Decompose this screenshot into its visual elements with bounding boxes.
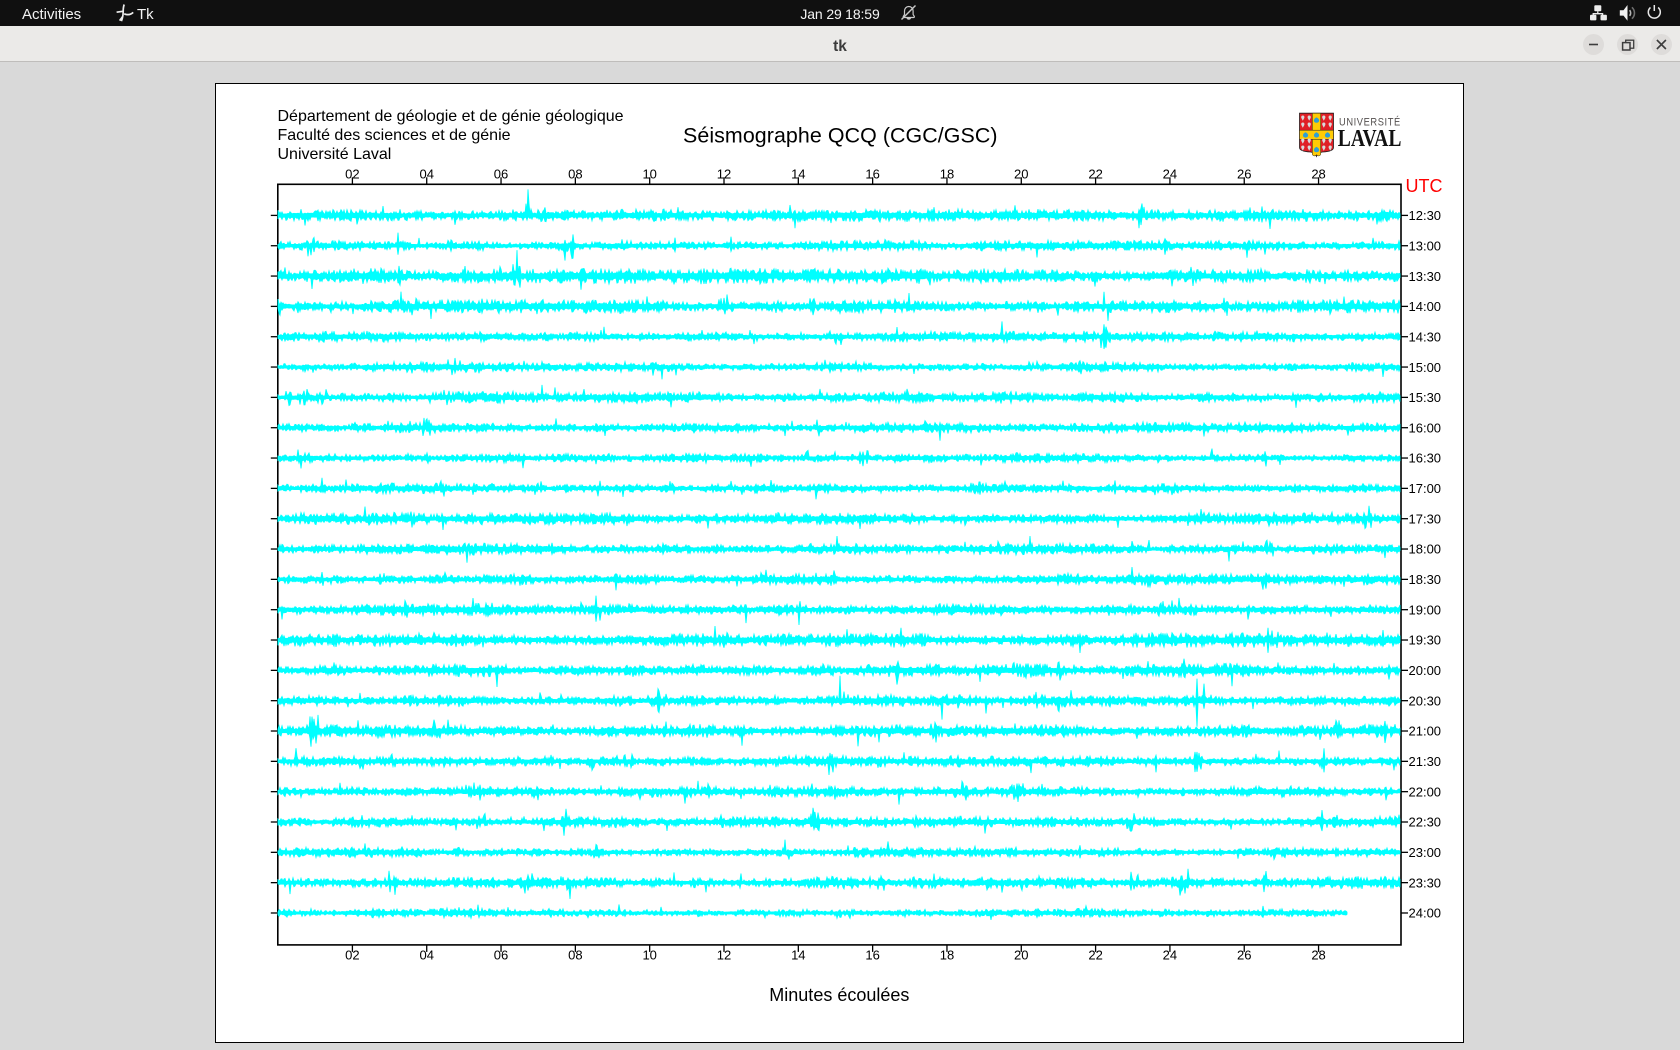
svg-text:14:00: 14:00 bbox=[1409, 299, 1442, 314]
svg-text:20:00: 20:00 bbox=[1409, 663, 1442, 678]
svg-text:LAVAL: LAVAL bbox=[1338, 126, 1402, 152]
svg-text:08: 08 bbox=[568, 166, 582, 181]
svg-text:24: 24 bbox=[1163, 948, 1177, 963]
svg-text:14:30: 14:30 bbox=[1409, 329, 1442, 344]
svg-text:21:30: 21:30 bbox=[1409, 754, 1442, 769]
svg-text:04: 04 bbox=[419, 166, 433, 181]
svg-text:15:30: 15:30 bbox=[1409, 390, 1442, 405]
svg-text:02: 02 bbox=[345, 948, 359, 963]
svg-text:08: 08 bbox=[568, 948, 582, 963]
svg-text:16:00: 16:00 bbox=[1409, 420, 1442, 435]
svg-text:18:00: 18:00 bbox=[1409, 542, 1442, 557]
svg-text:28: 28 bbox=[1311, 166, 1325, 181]
svg-text:13:30: 13:30 bbox=[1409, 269, 1442, 284]
svg-text:10: 10 bbox=[642, 948, 656, 963]
svg-text:Jan 29 18:59: Jan 29 18:59 bbox=[800, 6, 880, 22]
svg-text:Faculté des sciences et de gén: Faculté des sciences et de génie bbox=[278, 127, 511, 144]
svg-text:Tk: Tk bbox=[137, 6, 154, 23]
svg-text:20:30: 20:30 bbox=[1409, 693, 1442, 708]
svg-text:17:30: 17:30 bbox=[1409, 511, 1442, 526]
svg-text:12: 12 bbox=[717, 166, 731, 181]
svg-text:10: 10 bbox=[642, 166, 656, 181]
svg-text:06: 06 bbox=[494, 948, 508, 963]
svg-text:22:00: 22:00 bbox=[1409, 784, 1442, 799]
svg-text:16:30: 16:30 bbox=[1409, 451, 1442, 466]
svg-text:tk: tk bbox=[833, 38, 847, 55]
svg-text:13:00: 13:00 bbox=[1409, 238, 1442, 253]
svg-text:12: 12 bbox=[717, 948, 731, 963]
svg-text:20: 20 bbox=[1014, 166, 1028, 181]
svg-text:22: 22 bbox=[1088, 166, 1102, 181]
svg-text:Université Laval: Université Laval bbox=[278, 146, 392, 163]
svg-text:04: 04 bbox=[419, 948, 433, 963]
svg-text:Minutes écoulées: Minutes écoulées bbox=[769, 985, 909, 1005]
svg-text:26: 26 bbox=[1237, 166, 1251, 181]
svg-text:28: 28 bbox=[1311, 948, 1325, 963]
svg-text:12:30: 12:30 bbox=[1409, 208, 1442, 223]
svg-text:19:00: 19:00 bbox=[1409, 602, 1442, 617]
svg-text:22:30: 22:30 bbox=[1409, 815, 1442, 830]
svg-text:23:30: 23:30 bbox=[1409, 875, 1442, 890]
svg-text:02: 02 bbox=[345, 166, 359, 181]
svg-text:20: 20 bbox=[1014, 948, 1028, 963]
svg-text:UTC: UTC bbox=[1406, 176, 1443, 196]
svg-text:24:00: 24:00 bbox=[1409, 906, 1442, 921]
svg-text:22: 22 bbox=[1088, 948, 1102, 963]
svg-text:14: 14 bbox=[791, 948, 805, 963]
svg-text:17:00: 17:00 bbox=[1409, 481, 1442, 496]
svg-text:24: 24 bbox=[1163, 166, 1177, 181]
svg-text:21:00: 21:00 bbox=[1409, 724, 1442, 739]
svg-text:Séismographe QCQ (CGC/GSC): Séismographe QCQ (CGC/GSC) bbox=[683, 123, 998, 147]
svg-text:Département de géologie et de: Département de géologie et de génie géol… bbox=[278, 108, 624, 125]
svg-text:15:00: 15:00 bbox=[1409, 360, 1442, 375]
svg-text:14: 14 bbox=[791, 166, 805, 181]
svg-text:16: 16 bbox=[865, 948, 879, 963]
svg-text:26: 26 bbox=[1237, 948, 1251, 963]
svg-text:18:30: 18:30 bbox=[1409, 572, 1442, 587]
svg-text:23:00: 23:00 bbox=[1409, 845, 1442, 860]
svg-text:19:30: 19:30 bbox=[1409, 633, 1442, 648]
svg-text:Activities: Activities bbox=[22, 6, 81, 23]
svg-text:16: 16 bbox=[865, 166, 879, 181]
svg-text:18: 18 bbox=[940, 948, 954, 963]
svg-text:06: 06 bbox=[494, 166, 508, 181]
svg-text:18: 18 bbox=[940, 166, 954, 181]
